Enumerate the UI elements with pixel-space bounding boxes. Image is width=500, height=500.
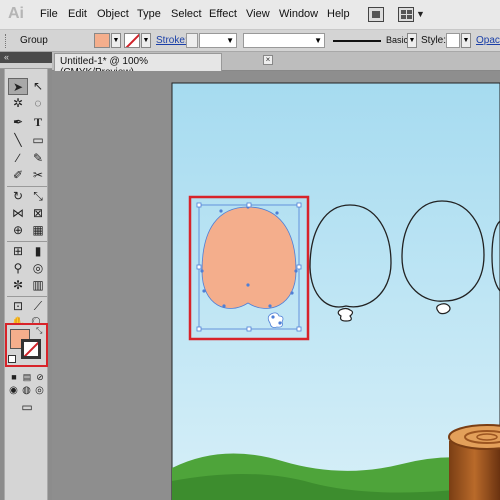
- menu-view[interactable]: View: [246, 8, 270, 20]
- pencil-tool-icon[interactable]: ✎: [28, 150, 48, 167]
- fill-dropdown-arrow[interactable]: ▼: [111, 33, 121, 48]
- stroke-swatch[interactable]: [21, 339, 41, 359]
- blend-tool-icon[interactable]: ◎: [28, 260, 48, 277]
- artboard-tool-icon[interactable]: ⊡: [8, 298, 28, 315]
- rotate-tool-icon[interactable]: ↻: [8, 188, 28, 205]
- tree-stump: [448, 424, 500, 500]
- paintbrush-tool-icon[interactable]: ∕: [8, 150, 28, 167]
- stroke-dropdown-arrow[interactable]: ▼: [141, 33, 151, 48]
- tools-divider: [7, 241, 47, 242]
- stroke-panel-link[interactable]: Stroke:: [156, 35, 188, 46]
- menu-select[interactable]: Select: [171, 8, 202, 20]
- stroke-color-swatch[interactable]: [124, 33, 140, 48]
- document-tab[interactable]: Untitled-1* @ 100% (CMYK/Preview): [54, 53, 222, 78]
- menu-effect[interactable]: Effect: [209, 8, 237, 20]
- width-tool-icon[interactable]: ⋈: [8, 205, 28, 222]
- control-bar-grip[interactable]: [5, 34, 9, 48]
- shape-builder-tool-icon[interactable]: ⊕: [8, 222, 28, 239]
- rectangle-tool-icon[interactable]: ▭: [28, 132, 48, 149]
- canvas[interactable]: [52, 71, 500, 500]
- lasso-tool-icon[interactable]: ◌: [28, 95, 48, 112]
- chevron-down-icon[interactable]: ▼: [416, 9, 425, 19]
- menu-window[interactable]: Window: [279, 8, 318, 20]
- selection-type-label: Group: [20, 35, 48, 46]
- draw-normal-icon[interactable]: ◉: [7, 382, 20, 399]
- slice-tool-icon[interactable]: ⟋: [28, 298, 48, 315]
- draw-inside-icon[interactable]: ◎: [33, 382, 46, 399]
- pen-tool-icon[interactable]: ✒: [8, 114, 28, 131]
- fill-stroke-highlight: ⤡: [5, 323, 48, 367]
- eraser-tool-icon[interactable]: ✂: [28, 167, 48, 184]
- control-bar: Group ▼ ▼ Stroke: ▼ ▼ Basic ▼ Style: ▼ O…: [0, 30, 500, 52]
- screen-mode-icon[interactable]: ▭: [16, 399, 38, 416]
- eyedropper-tool-icon[interactable]: ⚲: [8, 260, 28, 277]
- stroke-weight-stepper[interactable]: [186, 33, 198, 48]
- artboard-artwork: [171, 82, 500, 500]
- gradient-tool-icon[interactable]: ▮: [28, 243, 48, 260]
- brush-definition-label: Basic: [386, 35, 409, 45]
- brush-dropdown-arrow[interactable]: ▼: [407, 33, 417, 48]
- menu-object[interactable]: Object: [97, 8, 129, 20]
- symbol-sprayer-tool-icon[interactable]: ✼: [8, 277, 28, 294]
- brush-definition-preview[interactable]: [333, 40, 381, 42]
- bridge-icon[interactable]: [368, 7, 384, 22]
- swap-fill-stroke-icon[interactable]: ⤡: [36, 326, 42, 336]
- tools-divider: [7, 296, 47, 297]
- tools-panel-header: «: [0, 52, 52, 63]
- menu-edit[interactable]: Edit: [68, 8, 87, 20]
- default-fill-stroke-icon[interactable]: [8, 355, 16, 363]
- collapse-panel-icon[interactable]: «: [4, 52, 9, 62]
- line-segment-tool-icon[interactable]: ╲: [8, 132, 28, 149]
- close-icon[interactable]: ×: [263, 55, 273, 65]
- draw-behind-icon[interactable]: ◍: [20, 382, 33, 399]
- tools-panel: ➤ ↖ ✲ ◌ ✒ T ╲ ▭ ∕ ✎ ✐ ✂ ↻ ⤡ ⋈ ⊠ ⊕ ▦ ⊞ ▮ …: [4, 69, 48, 500]
- tools-divider: [7, 186, 47, 187]
- menu-bar: Ai File Edit Object Type Select Effect V…: [0, 0, 500, 30]
- column-graph-tool-icon[interactable]: ▥: [28, 277, 48, 294]
- scale-tool-icon[interactable]: ⤡: [28, 188, 48, 205]
- selection-tool-icon[interactable]: ➤: [8, 78, 28, 95]
- type-tool-icon[interactable]: T: [28, 114, 48, 131]
- graphic-style-label: Style:: [421, 35, 447, 46]
- graphic-style-dropdown-arrow[interactable]: ▼: [461, 33, 471, 48]
- perspective-grid-tool-icon[interactable]: ▦: [28, 222, 48, 239]
- arrange-documents-icon[interactable]: [398, 7, 414, 22]
- document-tab-bar: Untitled-1* @ 100% (CMYK/Preview) ×: [52, 52, 500, 78]
- stroke-weight-field[interactable]: ▼: [199, 33, 237, 48]
- blob-brush-tool-icon[interactable]: ✐: [8, 167, 28, 184]
- illustrator-logo: Ai: [8, 5, 24, 22]
- menu-file[interactable]: File: [40, 8, 58, 20]
- graphic-style-swatch[interactable]: [446, 33, 460, 48]
- menu-type[interactable]: Type: [137, 8, 161, 20]
- opacity-panel-link[interactable]: Opacit: [476, 35, 500, 46]
- direct-selection-tool-icon[interactable]: ↖: [28, 78, 48, 95]
- free-transform-tool-icon[interactable]: ⊠: [28, 205, 48, 222]
- mesh-tool-icon[interactable]: ⊞: [8, 243, 28, 260]
- menu-help[interactable]: Help: [327, 8, 350, 20]
- magic-wand-tool-icon[interactable]: ✲: [8, 95, 28, 112]
- fill-color-swatch[interactable]: [94, 33, 110, 48]
- variable-width-profile-dropdown[interactable]: ▼: [243, 33, 325, 48]
